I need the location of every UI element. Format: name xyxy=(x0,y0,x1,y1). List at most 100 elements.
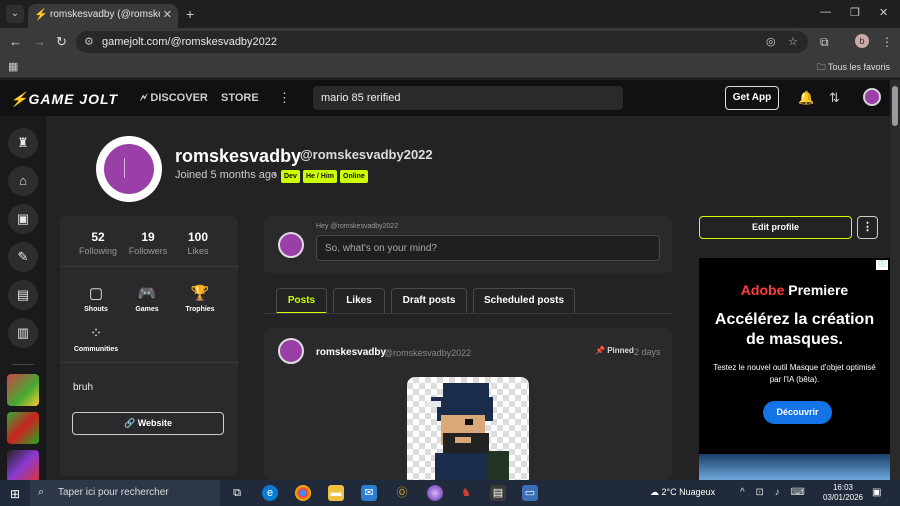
profile-stats-card: 52 Following 19 Followers 100 Likes ▢ Sh… xyxy=(60,216,238,476)
avatar-image xyxy=(104,144,154,194)
app-icon[interactable]: ▭ xyxy=(522,485,538,501)
ad-cta-button[interactable]: Découvrir xyxy=(763,401,832,424)
new-tab-icon[interactable]: + xyxy=(186,6,194,22)
likes-count[interactable]: 100 xyxy=(168,230,228,244)
home-icon[interactable]: ♜ xyxy=(8,128,38,158)
chrome-icon[interactable] xyxy=(295,485,311,501)
mail-icon[interactable]: ✉ xyxy=(361,485,377,501)
search-icon: ⌕ xyxy=(38,486,45,498)
ad-headline: Accélérez la création de masques. xyxy=(714,311,875,348)
ad-brand: Adobe Premiere xyxy=(699,282,890,298)
divider xyxy=(60,266,238,267)
minimize-icon[interactable]: — xyxy=(820,6,831,18)
tab-likes[interactable]: Likes xyxy=(333,288,385,314)
app-icon[interactable]: Ⓞ xyxy=(394,485,410,501)
browser-tab-strip: ⌄ ⚡ romskesvadby (@romskesvadby2022) ✕ +… xyxy=(0,0,900,28)
post-author-name[interactable]: romskesvadby xyxy=(316,347,386,358)
app-icon[interactable]: ♞ xyxy=(458,485,474,501)
apps-grid-icon[interactable]: ▦ xyxy=(8,60,18,73)
app-icon[interactable] xyxy=(427,485,443,501)
quests-icon[interactable]: ✎ xyxy=(8,242,38,272)
community-icon[interactable] xyxy=(7,374,39,406)
tab-search-dropdown-icon[interactable]: ⌄ xyxy=(6,5,24,23)
trophies-label: Trophies xyxy=(185,306,215,313)
games-link[interactable]: 🎮 Games xyxy=(122,284,172,313)
close-window-icon[interactable]: ✕ xyxy=(879,6,888,19)
shouts-link[interactable]: ▢ Shouts xyxy=(71,284,121,313)
tab-posts[interactable]: Posts xyxy=(276,288,327,314)
scrollbar-thumb[interactable] xyxy=(892,86,898,126)
nav-store[interactable]: STORE xyxy=(221,92,259,104)
post-image[interactable] xyxy=(407,377,529,487)
url-bar[interactable]: ⚙ gamejolt.com/@romskesvadby2022 ◎ ☆ xyxy=(76,31,808,53)
page-scrollbar[interactable] xyxy=(890,80,900,480)
file-explorer-icon[interactable]: ▬ xyxy=(328,485,344,501)
url-text: gamejolt.com/@romskesvadby2022 xyxy=(102,36,278,48)
back-icon[interactable]: ← xyxy=(9,34,22,49)
profile-handle: @romskesvadby2022 xyxy=(300,147,433,162)
bookmark-star-icon[interactable]: ☆ xyxy=(788,35,798,48)
pin-icon: 📌 xyxy=(595,346,605,355)
weather-widget[interactable]: ☁ 2°C Nuageux xyxy=(650,487,715,498)
library-icon[interactable]: ▥ xyxy=(8,318,38,348)
pronouns-badge: He / Him xyxy=(303,170,338,183)
all-bookmarks-folder[interactable]: 🗀 Tous les favoris xyxy=(817,60,890,76)
ad-choices-icon[interactable]: ⓘ xyxy=(876,260,888,270)
tab-draft-posts[interactable]: Draft posts xyxy=(391,288,467,314)
taskbar-clock[interactable]: 16:03 03/01/2026 xyxy=(820,483,866,503)
clock-time: 16:03 xyxy=(832,483,854,492)
eye-off-icon[interactable]: ◎ xyxy=(766,35,776,48)
user-avatar[interactable] xyxy=(863,88,881,106)
website-button[interactable]: 🔗 Website xyxy=(72,412,224,435)
extensions-icon[interactable]: ⧉ xyxy=(820,35,829,50)
menu-kebab-icon[interactable]: ⋮ xyxy=(881,35,893,49)
close-tab-icon[interactable]: ✕ xyxy=(163,8,172,21)
profile-more-icon[interactable]: ⋮ xyxy=(857,216,878,239)
nav-discover[interactable]: 🗲 DISCOVER xyxy=(140,92,208,105)
games-label: Games xyxy=(135,306,159,313)
trophies-link[interactable]: 🏆 Trophies xyxy=(175,284,225,313)
community-icon[interactable] xyxy=(7,450,39,482)
chat-icon[interactable]: ▤ xyxy=(8,280,38,310)
profile-bio: bruh xyxy=(73,382,94,393)
ad-brand-product: Premiere xyxy=(784,282,849,298)
forward-icon[interactable]: → xyxy=(33,34,46,49)
pinned-indicator: 📌 Pinned xyxy=(595,346,634,355)
task-view-icon[interactable]: ⧉ xyxy=(229,485,245,501)
profile-avatar-large[interactable] xyxy=(96,136,162,202)
gamejolt-logo[interactable]: ⚡GAME JOLT xyxy=(10,91,118,108)
edit-profile-button[interactable]: Edit profile xyxy=(699,216,852,239)
post-author-avatar[interactable] xyxy=(278,338,304,364)
dev-badge: Dev xyxy=(281,170,300,183)
browser-tab[interactable]: ⚡ romskesvadby (@romskesvadby2022) ✕ xyxy=(28,4,178,28)
windows-start-icon[interactable]: ⊞ xyxy=(10,487,20,501)
communities-link[interactable]: ⁘ Communities xyxy=(71,324,121,353)
app-icon[interactable]: ▤ xyxy=(490,485,506,501)
store-icon[interactable]: ⌂ xyxy=(8,166,38,196)
communities-icon: ⁘ xyxy=(89,325,103,342)
tab-title: romskesvadby (@romskesvadby2022) xyxy=(50,9,160,20)
get-app-button[interactable]: Get App xyxy=(725,86,779,110)
tab-scheduled-posts[interactable]: Scheduled posts xyxy=(473,288,575,314)
post-composer-input[interactable]: So, what's on your mind? xyxy=(316,235,660,261)
ad-brand-adobe: Adobe xyxy=(740,282,785,298)
notifications-bell-icon[interactable]: 🔔 xyxy=(798,90,814,106)
activity-icon[interactable]: ⇅ xyxy=(829,90,840,106)
edge-icon[interactable]: e xyxy=(262,485,278,501)
advertisement[interactable]: ⓘ Adobe Premiere Accélérez la création d… xyxy=(699,258,890,480)
nav-more-icon[interactable]: ⋮ xyxy=(278,90,291,106)
reload-icon[interactable]: ↻ xyxy=(56,34,67,50)
taskbar-search-input[interactable]: ⌕ Taper ici pour rechercher xyxy=(30,480,220,506)
notification-center-icon[interactable]: ▣ xyxy=(872,487,881,498)
search-input[interactable]: mario 85 rerified xyxy=(313,86,623,110)
communities-label: Communities xyxy=(73,346,119,353)
shouts-icon: ▢ xyxy=(88,285,104,302)
restore-icon[interactable]: ❐ xyxy=(850,6,860,19)
ad-subtext: Testez le nouvel outil Masque d'objet op… xyxy=(713,363,876,384)
all-bookmarks-label: Tous les favoris xyxy=(827,62,890,72)
profile-avatar[interactable]: b xyxy=(855,34,869,48)
inventory-icon[interactable]: ▣ xyxy=(8,204,38,234)
system-tray-icons[interactable]: ^ ⊡ ♪ ⌨ xyxy=(740,487,809,498)
community-icon[interactable] xyxy=(7,412,39,444)
site-info-icon[interactable]: ⚙ xyxy=(84,35,94,48)
